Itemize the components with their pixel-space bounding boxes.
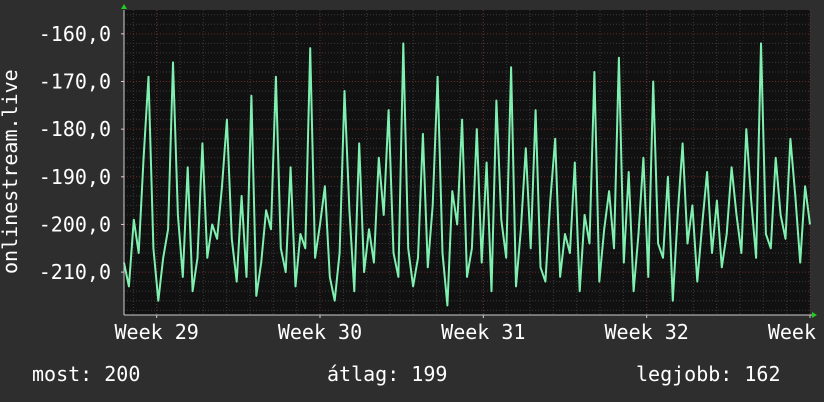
x-tick-label: Week 31	[441, 320, 525, 344]
y-axis-ticks: -160,0 -170,0 -180,0 -190,0 -200,0 -210,0	[39, 22, 124, 284]
y-axis-arrow	[121, 4, 127, 9]
x-tick-label: Week 30	[278, 320, 362, 344]
stat-best: legjobb: 162	[636, 362, 781, 386]
y-tick-label: -160,0	[39, 22, 111, 46]
y-tick-label: -170,0	[39, 69, 111, 93]
x-axis-ticks: Week 29 Week 30 Week 31 Week 32 Week 33	[115, 315, 824, 344]
stat-average: átlag: 199	[327, 362, 448, 386]
x-tick-label: Week 32	[605, 320, 689, 344]
y-tick-label: -180,0	[39, 117, 111, 141]
x-tick-label: Week 33	[768, 320, 824, 344]
y-tick-label: -200,0	[39, 212, 111, 236]
stat-current: most: 200	[32, 362, 141, 386]
y-tick-label: -190,0	[39, 165, 111, 189]
x-axis-arrow	[812, 312, 817, 318]
y-tick-label: -210,0	[39, 260, 111, 284]
x-tick-label: Week 29	[115, 320, 199, 344]
vertical-axis-label: onlinestream.live	[0, 69, 22, 274]
line-chart: -160,0 -170,0 -180,0 -190,0 -200,0 -210,0 Wee…	[0, 4, 824, 344]
stats-footer: most: 200 átlag: 199 legjobb: 162	[0, 358, 824, 392]
